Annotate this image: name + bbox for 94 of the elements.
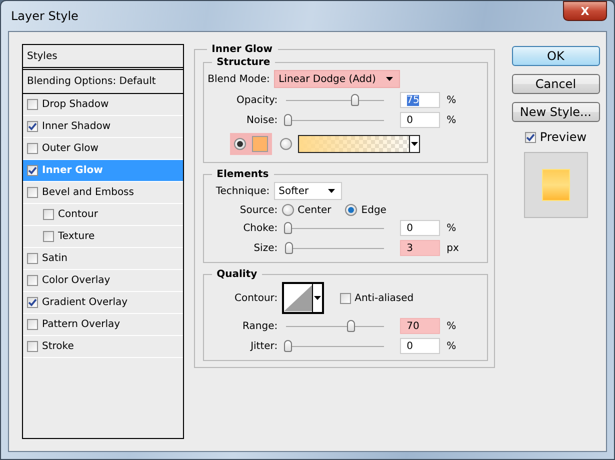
slider-track[interactable] xyxy=(286,222,384,234)
caret-icon xyxy=(314,296,321,300)
checkbox[interactable] xyxy=(27,275,38,286)
value-field[interactable]: 0 xyxy=(400,112,440,128)
checkbox[interactable] xyxy=(27,99,38,110)
blend-mode-dropdown[interactable]: Linear Dodge (Add) xyxy=(274,70,400,88)
selected-text: 0 xyxy=(406,222,413,234)
style-item[interactable]: Bevel and Emboss xyxy=(23,182,183,204)
slider-track[interactable] xyxy=(286,94,384,106)
slider-track[interactable] xyxy=(286,320,384,332)
checkbox[interactable] xyxy=(27,341,38,352)
slider-label: Range: xyxy=(242,320,278,332)
checkbox-label: Anti-aliased xyxy=(354,292,414,304)
selected-text: 75 xyxy=(406,94,420,106)
slider-label: Opacity: xyxy=(236,94,278,106)
style-item[interactable]: Stroke xyxy=(23,336,183,358)
field-label: Technique: xyxy=(214,186,270,196)
group-title: Quality xyxy=(216,269,258,280)
value-field[interactable]: 3 xyxy=(400,240,440,256)
slider-thumb[interactable] xyxy=(285,242,294,254)
style-item[interactable]: Color Overlay xyxy=(23,270,183,292)
gradient-picker[interactable] xyxy=(298,135,420,153)
slider-label: Jitter: xyxy=(249,340,278,352)
preview-swatch xyxy=(542,169,570,201)
dialog-button[interactable]: New Style... xyxy=(512,102,600,122)
checkbox[interactable] xyxy=(27,165,38,176)
group-title: Structure xyxy=(216,57,272,68)
contour-curve-icon xyxy=(284,284,312,312)
unit-label: % xyxy=(446,222,458,234)
radio-button[interactable] xyxy=(345,204,358,216)
checkbox[interactable] xyxy=(27,253,38,264)
style-item[interactable]: Drop Shadow xyxy=(23,94,183,116)
style-item[interactable]: Gradient Overlay xyxy=(23,292,183,314)
checkbox[interactable] xyxy=(27,187,38,198)
field-label: Source: xyxy=(238,204,278,216)
slider-thumb[interactable] xyxy=(284,114,292,126)
unit-label: % xyxy=(446,94,458,106)
slider-thumb[interactable] xyxy=(346,320,355,332)
radio-button[interactable] xyxy=(282,204,294,216)
field-label: Contour: xyxy=(233,292,278,304)
field-label: Blend Mode: xyxy=(208,74,270,84)
checkbox[interactable] xyxy=(340,292,351,304)
radio-label: Center xyxy=(298,204,332,216)
group-title: Inner Glow xyxy=(210,44,274,55)
unit-label: px xyxy=(446,242,460,254)
checkbox[interactable] xyxy=(27,319,38,330)
checkbox[interactable] xyxy=(27,297,38,308)
checkbox[interactable] xyxy=(524,132,536,142)
radio-label: Edge xyxy=(361,204,386,216)
unit-label: % xyxy=(446,114,458,126)
selected-text: 70 xyxy=(406,320,420,332)
style-item[interactable]: Texture xyxy=(23,226,183,248)
style-item[interactable]: Inner Shadow xyxy=(23,116,183,138)
slider-label: Choke: xyxy=(242,222,278,234)
dialog-button[interactable]: OK xyxy=(512,46,600,66)
value-field[interactable]: 75 xyxy=(400,92,440,108)
slider-thumb[interactable] xyxy=(351,94,360,106)
value-field[interactable]: 0 xyxy=(400,220,440,236)
value-field[interactable]: 0 xyxy=(400,338,440,354)
checkbox-label: Preview xyxy=(540,130,587,144)
color-swatch[interactable] xyxy=(252,136,268,152)
slider-thumb[interactable] xyxy=(284,222,292,234)
unit-label: % xyxy=(446,340,458,352)
close-button[interactable]: X xyxy=(563,1,607,21)
checkbox[interactable] xyxy=(27,143,38,154)
caret-icon xyxy=(386,77,393,81)
style-item[interactable]: Satin xyxy=(23,248,183,270)
radio-button[interactable] xyxy=(280,138,292,150)
technique-dropdown[interactable]: Softer xyxy=(274,182,342,200)
window-title: Layer Style xyxy=(10,9,78,23)
checkbox[interactable] xyxy=(43,209,54,220)
caret-icon xyxy=(410,142,418,146)
caret-icon xyxy=(328,189,335,193)
style-item[interactable]: Pattern Overlay xyxy=(23,314,183,336)
style-item[interactable]: Contour xyxy=(23,204,183,226)
checkbox[interactable] xyxy=(43,231,54,242)
contour-picker[interactable] xyxy=(282,282,324,314)
sidebar-header[interactable]: Styles xyxy=(27,50,58,62)
sidebar-header[interactable]: Blending Options: Default xyxy=(27,76,156,87)
slider-track[interactable] xyxy=(286,242,384,254)
slider-label: Size: xyxy=(252,242,278,254)
checkbox[interactable] xyxy=(27,121,38,132)
selected-text: 0 xyxy=(406,114,413,126)
slider-track[interactable] xyxy=(286,114,384,126)
unit-label: % xyxy=(446,320,458,332)
group-title: Elements xyxy=(216,169,270,180)
selected-text: 0 xyxy=(406,340,413,352)
slider-thumb[interactable] xyxy=(284,340,292,352)
selected-text: 3 xyxy=(406,242,413,254)
slider-track[interactable] xyxy=(286,340,384,352)
slider-label: Noise: xyxy=(246,114,278,126)
value-field[interactable]: 70 xyxy=(400,318,440,334)
dialog-button[interactable]: Cancel xyxy=(512,74,600,94)
radio-button[interactable] xyxy=(234,138,246,150)
